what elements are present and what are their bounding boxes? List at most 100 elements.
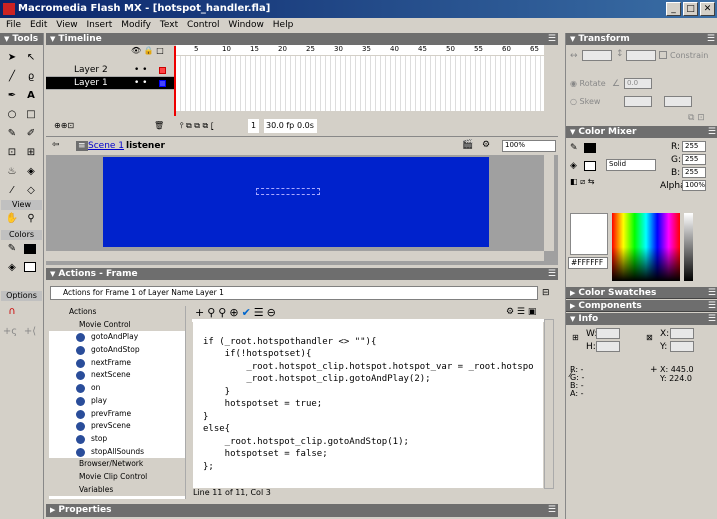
eye-lock-outline-icons[interactable]: 👁 🔒 □	[131, 46, 164, 55]
frames-grid[interactable]	[176, 56, 544, 111]
mixer-fill-swatch[interactable]	[584, 161, 596, 171]
properties-header[interactable]: ▶ Properties ☰	[46, 504, 558, 517]
brightness-slider[interactable]	[684, 213, 693, 281]
tree-root[interactable]: Actions	[49, 306, 185, 319]
minimize-button[interactable]: _	[666, 2, 681, 16]
pencil-tool-icon[interactable]: ✎	[3, 125, 21, 143]
paint-bucket-tool-icon[interactable]: ◈	[22, 163, 40, 181]
layer-outline-color[interactable]	[159, 67, 166, 74]
edit-scene-icon[interactable]: 🎬	[462, 140, 473, 150]
tree-item[interactable]: play	[49, 395, 185, 408]
r-value[interactable]: 255	[682, 141, 706, 152]
tree-item[interactable]: stop	[49, 433, 185, 446]
info-w[interactable]	[596, 328, 620, 339]
stage-area[interactable]	[46, 155, 558, 265]
center-frame-icon[interactable]: ⫯ ⧉ ⧉ ⧉ ⦋	[180, 119, 213, 133]
b-value[interactable]: 255	[682, 167, 706, 178]
debug-options-icon[interactable]: ⚙ ☰ ▣	[506, 307, 536, 317]
menu-view[interactable]: View	[56, 20, 77, 30]
constrain-checkbox[interactable]	[659, 51, 667, 59]
info-x[interactable]	[670, 328, 694, 339]
fill-transform-tool-icon[interactable]: ⊞	[22, 144, 40, 162]
g-value[interactable]: 255	[682, 154, 706, 165]
rotate-field[interactable]: 0.0	[624, 78, 652, 89]
check-syntax-icon[interactable]: ✔	[242, 306, 254, 319]
tree-item[interactable]: gotoAndPlay	[49, 331, 185, 344]
tree-item[interactable]: stopAllSounds	[49, 446, 185, 459]
layer-row-layer-1[interactable]: Layer 1 • •	[46, 77, 176, 90]
snap-magnet-icon[interactable]: ∩	[3, 303, 21, 321]
code-scrollbar[interactable]	[544, 319, 554, 489]
actions-target-select[interactable]: Actions for Frame 1 of Layer Name Layer …	[50, 286, 538, 300]
target-path-icon[interactable]: ⊕	[229, 306, 241, 319]
layer-outline-color[interactable]	[159, 80, 166, 87]
subselect-tool-icon[interactable]: ↖	[22, 49, 40, 67]
oval-tool-icon[interactable]: ○	[3, 106, 21, 124]
lasso-tool-icon[interactable]: ϱ	[22, 68, 40, 86]
skew-h-field[interactable]	[624, 96, 652, 107]
transform-height[interactable]	[626, 50, 656, 61]
vertical-scrollbar[interactable]	[544, 155, 554, 251]
arrow-tool-icon[interactable]: ➤	[3, 49, 21, 67]
rectangle-tool-icon[interactable]: □	[22, 106, 40, 124]
color-spectrum[interactable]	[612, 213, 680, 281]
hex-value[interactable]: #FFFFFF	[568, 257, 608, 269]
info-y[interactable]	[670, 341, 694, 352]
fill-icon[interactable]: ◈	[570, 161, 577, 171]
maximize-button[interactable]: □	[683, 2, 698, 16]
transform-width[interactable]	[582, 50, 612, 61]
info-h[interactable]	[596, 341, 620, 352]
rotate-radio[interactable]: ◉ Rotate	[570, 79, 606, 88]
toolbox-scrollbar[interactable]	[185, 306, 192, 499]
pin-script-icon[interactable]: ⊟	[542, 288, 550, 298]
menu-control[interactable]: Control	[187, 20, 220, 30]
copy-transform-icon[interactable]: ⧉ ⊡	[688, 113, 705, 123]
hotspot-clip-outline[interactable]	[256, 188, 320, 195]
script-editor[interactable]: if (_root.hotspothandler <> ""){ if(!hot…	[193, 319, 543, 488]
code-hint-icon[interactable]: ⊖	[267, 306, 279, 319]
skew-radio[interactable]: ○ Skew	[570, 97, 600, 106]
menu-window[interactable]: Window	[228, 20, 264, 30]
zoom-tool-icon[interactable]: ⚲	[22, 210, 40, 228]
tree-category[interactable]: Movie Clip Control	[49, 470, 185, 484]
fill-color-icon[interactable]: ◈	[3, 259, 21, 277]
brush-tool-icon[interactable]: ✐	[22, 125, 40, 143]
skew-v-field[interactable]	[664, 96, 692, 107]
color-mixer-header[interactable]: ▼ Color Mixer ☰	[566, 126, 717, 138]
swap-colors-icon[interactable]: ◧ ⧄ ⇆	[570, 177, 594, 187]
pen-tool-icon[interactable]: ✒	[3, 87, 21, 105]
auto-format-icon[interactable]: ☰	[254, 306, 267, 319]
layer-row-layer-2[interactable]: Layer 2 • •	[46, 64, 176, 77]
menu-file[interactable]: File	[6, 20, 21, 30]
add-action-icon[interactable]: +	[195, 306, 207, 319]
smooth-icon[interactable]: +ς	[1, 323, 19, 341]
menu-insert[interactable]: Insert	[86, 20, 112, 30]
hand-tool-icon[interactable]: ✋	[3, 210, 21, 228]
tree-item[interactable]: prevFrame	[49, 408, 185, 421]
layer-dots[interactable]: • •	[134, 64, 147, 77]
scene-link[interactable]: Scene 1	[88, 141, 124, 151]
fill-color-swatch[interactable]	[24, 262, 36, 272]
line-tool-icon[interactable]: ╱	[3, 68, 21, 86]
menu-modify[interactable]: Modify	[121, 20, 151, 30]
replace-icon[interactable]: ⚲	[218, 306, 229, 319]
alpha-value[interactable]: 100%	[682, 180, 706, 191]
stage-canvas[interactable]	[103, 157, 489, 247]
menu-edit[interactable]: Edit	[30, 20, 47, 30]
layer-dots[interactable]: • •	[134, 77, 147, 90]
add-layer-icon[interactable]: ⊕⊕⊡	[54, 119, 74, 133]
tree-item[interactable]: gotoAndStop	[49, 344, 185, 357]
symbol-breadcrumb[interactable]: listener	[126, 141, 165, 151]
stroke-color-swatch[interactable]	[24, 244, 36, 254]
tree-item[interactable]: nextFrame	[49, 357, 185, 370]
horizontal-scrollbar[interactable]	[46, 251, 544, 261]
tree-movie-control[interactable]: Movie Control	[49, 318, 185, 332]
tree-category[interactable]: Browser/Network	[49, 458, 185, 471]
playhead[interactable]	[174, 46, 176, 116]
color-swatches-header[interactable]: ▶ Color Swatches ☰	[566, 287, 717, 299]
stroke-icon[interactable]: ✎	[570, 143, 578, 153]
tree-item[interactable]: nextScene	[49, 369, 185, 382]
stroke-color-icon[interactable]: ✎	[3, 240, 21, 258]
fill-type-select[interactable]: Solid	[606, 159, 656, 171]
info-header[interactable]: ▼ Info ☰	[566, 313, 717, 325]
